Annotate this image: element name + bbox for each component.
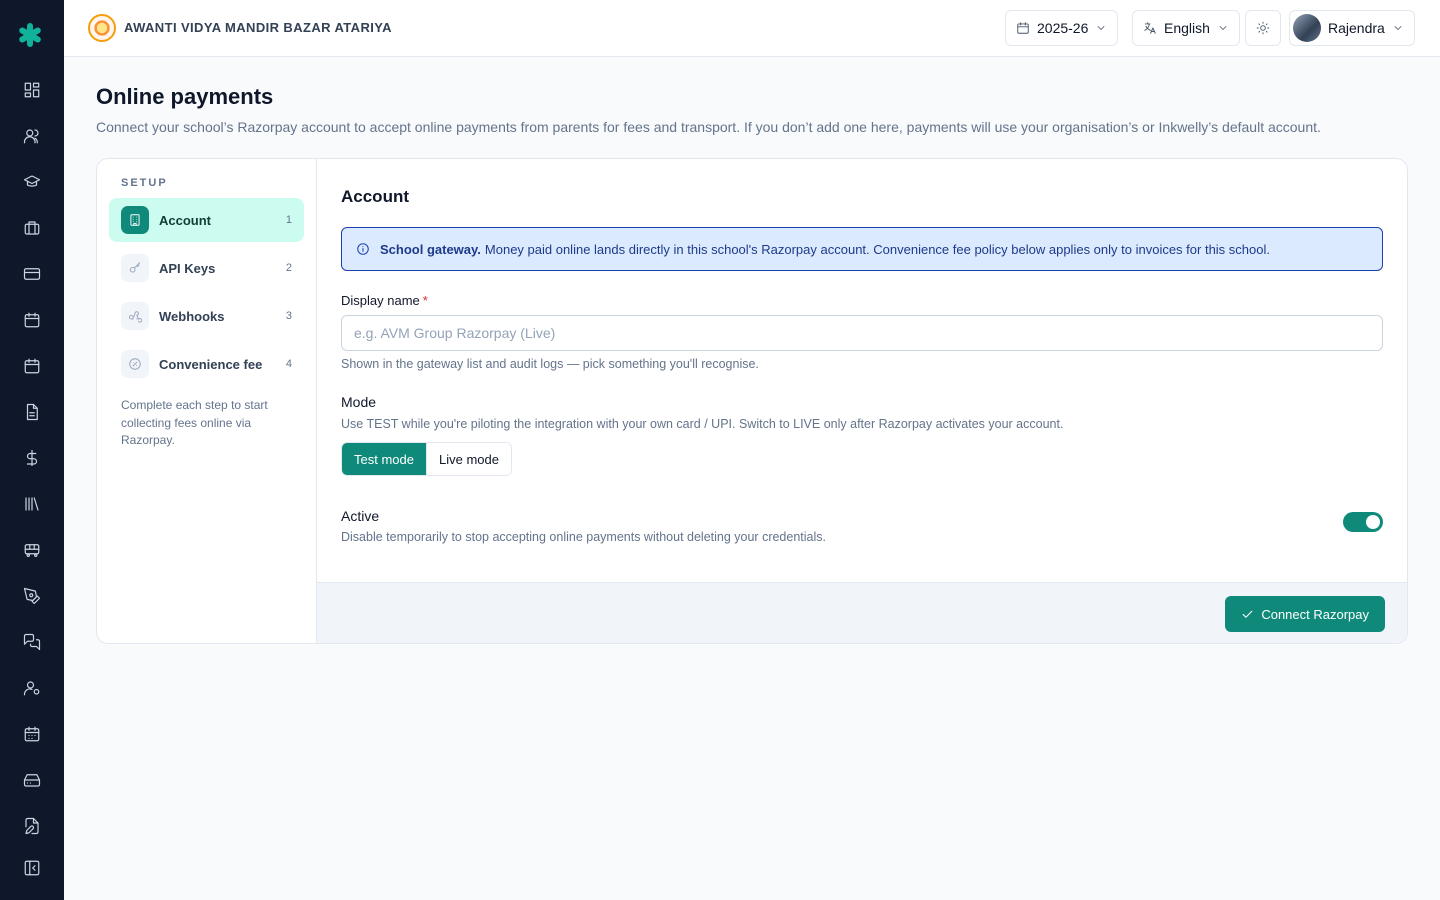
step-api-keys[interactable]: API Keys 2: [109, 246, 304, 290]
info-icon: [357, 243, 369, 255]
gateway-info-alert: School gateway. Money paid online lands …: [341, 227, 1383, 271]
bus-icon[interactable]: [22, 540, 42, 560]
academic-year-select[interactable]: 2025-26: [1005, 10, 1119, 46]
active-toggle[interactable]: [1343, 512, 1383, 532]
mode-segmented-control: Test mode Live mode: [341, 442, 512, 476]
calendar-icon[interactable]: [22, 356, 42, 376]
sidebar: [0, 0, 64, 900]
step-label: Account: [159, 212, 211, 228]
mode-label: Mode: [341, 394, 377, 410]
academic-year-value: 2025-26: [1037, 20, 1089, 36]
document-icon[interactable]: [22, 402, 42, 422]
test-mode-option[interactable]: Test mode: [342, 443, 426, 475]
setup-steps: SETUP Account 1 API Keys 2 Webhooks 3 Co…: [97, 159, 317, 643]
dashboard-icon[interactable]: [22, 80, 42, 100]
setup-card: SETUP Account 1 API Keys 2 Webhooks 3 Co…: [96, 158, 1408, 644]
dollar-icon[interactable]: [22, 448, 42, 468]
section-title: Account: [341, 187, 409, 206]
language-value: English: [1164, 20, 1210, 36]
translate-icon: [1144, 22, 1156, 34]
step-label: Convenience fee: [159, 356, 263, 372]
steps-title: SETUP: [121, 177, 168, 189]
asterisk-logo-icon[interactable]: [17, 22, 43, 48]
user-settings-icon[interactable]: [22, 678, 42, 698]
step-convenience-fee[interactable]: Convenience fee 4: [109, 342, 304, 386]
form-footer: Connect Razorpay: [317, 582, 1407, 643]
step-number: 1: [285, 214, 292, 226]
key-icon: [121, 254, 149, 282]
user-name: Rajendra: [1328, 20, 1385, 36]
calendar-grid-icon[interactable]: [22, 724, 42, 744]
display-name-hint: Shown in the gateway list and audit logs…: [341, 357, 759, 371]
percent-icon: [121, 350, 149, 378]
connect-razorpay-button[interactable]: Connect Razorpay: [1225, 596, 1385, 632]
school-name: AWANTI VIDYA MANDIR BAZAR ATARIYA: [124, 20, 392, 35]
top-bar: AWANTI VIDYA MANDIR BAZAR ATARIYA 2025-2…: [64, 0, 1440, 57]
user-menu[interactable]: Rajendra: [1289, 10, 1415, 46]
calendar-icon: [1017, 22, 1029, 34]
active-label: Active: [341, 508, 380, 524]
step-label: Webhooks: [159, 308, 225, 324]
theme-toggle-button[interactable]: [1245, 10, 1281, 46]
page-title: Online payments: [96, 84, 274, 109]
chevron-down-icon: [1097, 26, 1105, 30]
step-number: 2: [285, 262, 292, 274]
chevron-down-icon: [1394, 26, 1402, 30]
account-form: Account School gateway. Money paid onlin…: [317, 159, 1407, 643]
messages-icon[interactable]: [22, 632, 42, 652]
check-icon: [1242, 610, 1253, 618]
graduation-cap-icon[interactable]: [22, 172, 42, 192]
calendar-icon[interactable]: [22, 310, 42, 330]
live-mode-option[interactable]: Live mode: [425, 443, 511, 475]
step-number: 3: [285, 310, 292, 322]
inbox-drive-icon[interactable]: [22, 770, 42, 790]
required-marker: *: [422, 293, 428, 308]
school-logo: [88, 14, 116, 42]
webhook-icon: [121, 302, 149, 330]
card-icon[interactable]: [22, 264, 42, 284]
users-icon[interactable]: [22, 126, 42, 146]
active-hint: Disable temporarily to stop accepting on…: [341, 530, 826, 544]
library-icon[interactable]: [22, 494, 42, 514]
step-webhooks[interactable]: Webhooks 3: [109, 294, 304, 338]
steps-note: Complete each step to start collecting f…: [121, 398, 268, 447]
display-name-input[interactable]: [341, 315, 1383, 351]
pen-tool-icon[interactable]: [22, 586, 42, 606]
avatar: [1293, 14, 1321, 42]
mode-hint: Use TEST while you're piloting the integ…: [341, 417, 1064, 431]
collapse-sidebar-icon[interactable]: [22, 858, 42, 878]
chevron-down-icon: [1219, 26, 1227, 30]
page-description: Connect your school’s Razorpay account t…: [96, 119, 1321, 135]
file-edit-icon[interactable]: [22, 816, 42, 836]
building-icon: [121, 206, 149, 234]
display-name-label: Display name *: [341, 293, 428, 308]
step-label: API Keys: [159, 260, 216, 276]
briefcase-icon[interactable]: [22, 218, 42, 238]
alert-text: Money paid online lands directly in this…: [484, 241, 1270, 257]
connect-razorpay-label: Connect Razorpay: [1261, 606, 1369, 622]
alert-title: School gateway.: [380, 241, 481, 257]
step-number: 4: [285, 358, 292, 370]
language-select[interactable]: English: [1132, 10, 1240, 46]
sun-icon: [1256, 21, 1270, 35]
step-account[interactable]: Account 1: [109, 198, 304, 242]
